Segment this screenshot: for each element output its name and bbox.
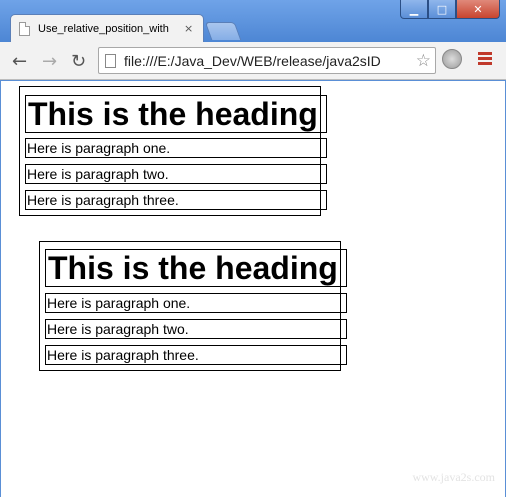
reload-icon[interactable]: ↻ <box>71 51 86 72</box>
section-two-heading: This is the heading <box>45 249 347 287</box>
tab-close-icon[interactable]: × <box>184 22 193 35</box>
menu-icon[interactable] <box>478 52 492 67</box>
url-text: file:///E:/Java_Dev/WEB/release/java2sID <box>124 52 381 69</box>
section-one-paragraph: Here is paragraph three. <box>25 190 327 210</box>
forward-icon[interactable]: → <box>42 51 57 72</box>
extension-icon[interactable] <box>442 49 462 69</box>
section-one-heading: This is the heading <box>25 95 327 133</box>
section-two-paragraph: Here is paragraph one. <box>45 293 347 313</box>
page-viewport: This is the heading Here is paragraph on… <box>0 81 506 497</box>
section-one-paragraph: Here is paragraph one. <box>25 138 327 158</box>
window-controls: ▁ □ ✕ <box>400 0 500 19</box>
section-two-paragraph: Here is paragraph two. <box>45 319 347 339</box>
section-one-paragraph: Here is paragraph two. <box>25 164 327 184</box>
browser-toolbar: ← → ↻ file:///E:/Java_Dev/WEB/release/ja… <box>0 42 506 80</box>
back-icon[interactable]: ← <box>12 51 27 72</box>
minimize-button[interactable]: ▁ <box>400 0 428 19</box>
address-bar[interactable]: file:///E:/Java_Dev/WEB/release/java2sID… <box>98 47 436 74</box>
watermark: www.java2s.com <box>412 470 495 484</box>
section-two-paragraph: Here is paragraph three. <box>45 345 347 365</box>
window-titlebar: ▁ □ ✕ Use_relative_position_with × <box>0 0 506 42</box>
tab-title: Use_relative_position_with <box>38 22 169 35</box>
page-icon <box>19 21 30 36</box>
bookmark-star-icon[interactable]: ☆ <box>416 51 431 71</box>
new-tab-button[interactable] <box>204 22 242 40</box>
maximize-button[interactable]: □ <box>428 0 456 19</box>
close-window-button[interactable]: ✕ <box>456 0 500 19</box>
file-icon <box>105 53 116 68</box>
browser-tab[interactable]: Use_relative_position_with × <box>10 14 204 42</box>
